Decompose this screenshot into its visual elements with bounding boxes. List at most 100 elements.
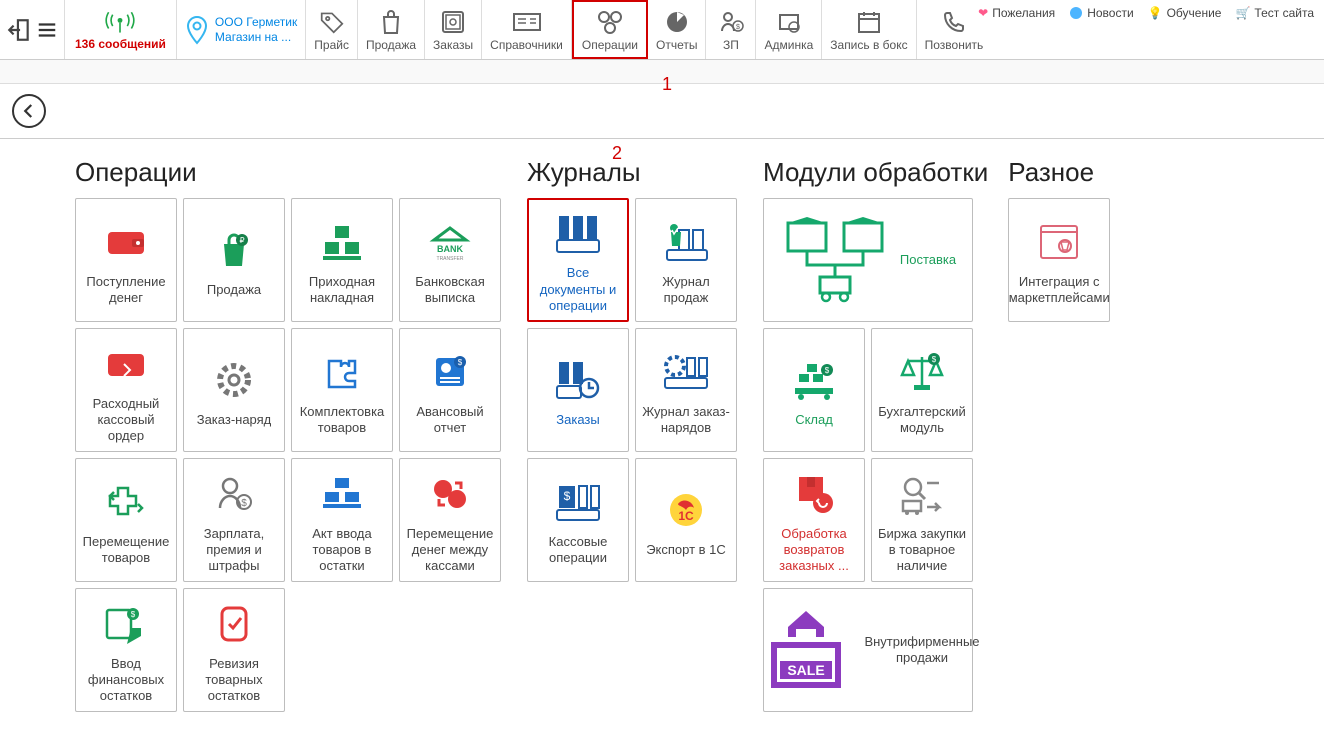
top-links: ❤Пожелания Новости 💡Обучение 🛒Тест сайта (978, 6, 1314, 20)
cash-out-icon (104, 336, 148, 392)
location-block[interactable]: ООО Герметик Магазин на ... (177, 0, 306, 59)
misc-title: Разное (1008, 157, 1116, 188)
tile-revision[interactable]: Ревизия товарных остатков (183, 588, 285, 712)
toolbar-operations[interactable]: Операции (572, 0, 648, 59)
toolbar-label: Прайс (314, 38, 349, 52)
tile-sales-journal[interactable]: Журнал продаж (635, 198, 737, 322)
tile-cash-ops[interactable]: $ Кассовые операции (527, 458, 629, 582)
bag-icon: ₽ (214, 222, 254, 278)
back-button[interactable] (12, 94, 46, 128)
bank-transfer-icon: BANKTRANSFER (424, 214, 476, 270)
exit-icon[interactable] (6, 17, 32, 43)
phone-icon (942, 8, 966, 36)
tile-label: Бухгалтерский модуль (876, 404, 968, 437)
tile-label: Биржа закупки в товарное наличие (876, 526, 968, 575)
toolbar-admin[interactable]: Админка (756, 0, 822, 59)
tile-all-docs[interactable]: Все документы и операции (527, 198, 629, 322)
shopping-bag-icon (379, 8, 403, 36)
wo-journal-icon (661, 344, 711, 400)
col-modules: Модули обработки Поставка $ Склад $ Бухг… (763, 157, 988, 712)
tile-returns[interactable]: Обработка возвратов заказных ... (763, 458, 865, 582)
marketplace-icon (1037, 214, 1081, 270)
tile-label: Банковская выписка (404, 274, 496, 307)
col-misc: Разное Интеграция с маркетплейсами (1008, 157, 1116, 322)
tile-advance-report[interactable]: $ Авансовый отчет (399, 328, 501, 452)
advance-icon: $ (430, 344, 470, 400)
tile-work-order[interactable]: Заказ-наряд (183, 328, 285, 452)
tile-bank-statement[interactable]: BANKTRANSFER Банковская выписка (399, 198, 501, 322)
tile-label: Ревизия товарных остатков (188, 656, 280, 705)
toolbar-refs[interactable]: Справочники (482, 0, 572, 59)
export-1c-icon: 1С (666, 482, 706, 538)
admin-icon (776, 8, 802, 36)
gears-icon (595, 8, 625, 36)
tile-salary[interactable]: $ Зарплата, премия и штрафы (183, 458, 285, 582)
tile-money-in[interactable]: Поступление денег (75, 198, 177, 322)
tile-label: Обработка возвратов заказных ... (768, 526, 860, 575)
link-learn[interactable]: 💡Обучение (1148, 6, 1222, 20)
safe-icon (440, 8, 466, 36)
tile-warehouse[interactable]: $ Склад (763, 328, 865, 452)
tile-sale[interactable]: ₽ Продажа (183, 198, 285, 322)
toolbar-label: Продажа (366, 38, 416, 52)
cash-transfer-icon (429, 466, 471, 522)
toolbar-price[interactable]: Прайс (306, 0, 358, 59)
orders-journal-icon (553, 352, 603, 408)
toolbar-label: Позвонить (925, 38, 984, 52)
content: 2 Операции Поступление денег ₽ Продажа П… (0, 139, 1324, 730)
tile-accounting[interactable]: $ Бухгалтерский модуль (871, 328, 973, 452)
boxes-icon (319, 214, 365, 270)
tile-invoice-in[interactable]: Приходная накладная (291, 198, 393, 322)
menu-icon[interactable] (36, 19, 58, 41)
tile-marketplace[interactable]: Интеграция с маркетплейсами (1008, 198, 1110, 322)
tile-label: Перемещение товаров (80, 534, 172, 567)
svg-text:TRANSFER: TRANSFER (437, 256, 464, 262)
tile-internal-sales[interactable]: SALE Внутрифирменные продажи (763, 588, 973, 712)
tile-label: Поступление денег (80, 274, 172, 307)
tile-move-goods[interactable]: Перемещение товаров (75, 458, 177, 582)
antenna-icon (103, 9, 137, 35)
tile-label: Зарплата, премия и штрафы (188, 526, 280, 575)
toolbar-reports[interactable]: Отчеты (648, 0, 706, 59)
svg-text:$: $ (241, 498, 247, 509)
tile-orders-journal[interactable]: Заказы (527, 328, 629, 452)
tile-stock-act[interactable]: Акт ввода товаров в остатки (291, 458, 393, 582)
calendar-icon (856, 8, 882, 36)
tile-label: Заказы (556, 412, 599, 428)
tile-export-1c[interactable]: 1С Экспорт в 1С (635, 458, 737, 582)
tile-label: Перемещение денег между кассами (404, 526, 496, 575)
link-wishes[interactable]: ❤Пожелания (978, 6, 1055, 20)
grid-misc: Интеграция с маркетплейсами (1008, 198, 1116, 322)
toolbar-label: Операции (582, 38, 638, 52)
tile-label: Кассовые операции (532, 534, 624, 567)
tile-rko[interactable]: Расходный кассовый ордер (75, 328, 177, 452)
tile-assembly[interactable]: Комплектовка товаров (291, 328, 393, 452)
location-text: ООО Герметик Магазин на ... (215, 15, 297, 44)
tile-cash-transfer[interactable]: Перемещение денег между кассами (399, 458, 501, 582)
toolbar-sale[interactable]: Продажа (358, 0, 425, 59)
toolbar-salary[interactable]: $ ЗП (706, 0, 756, 59)
link-news[interactable]: Новости (1069, 6, 1133, 20)
svg-text:$: $ (564, 489, 571, 503)
messages-count: 136 сообщений (75, 37, 166, 51)
operations-title: Операции (75, 157, 507, 188)
toolbar-label: Заказы (433, 38, 473, 52)
tile-work-order-journal[interactable]: Журнал заказ-нарядов (635, 328, 737, 452)
tile-label: Экспорт в 1С (646, 542, 726, 558)
move-icon (104, 474, 148, 530)
gear-icon (213, 352, 255, 408)
tile-supply[interactable]: Поставка (763, 198, 973, 322)
tile-exchange[interactable]: Биржа закупки в товарное наличие (871, 458, 973, 582)
fin-icon: $ (103, 596, 149, 652)
journals-title: Журналы (527, 157, 743, 188)
tile-fin-balance[interactable]: $ Ввод финансовых остатков (75, 588, 177, 712)
salary-tile-icon: $ (214, 466, 254, 522)
news-icon (1069, 6, 1083, 20)
toolbar-booking[interactable]: Запись в бокс (822, 0, 916, 59)
toolbar-orders[interactable]: Заказы (425, 0, 482, 59)
link-test[interactable]: 🛒Тест сайта (1235, 6, 1314, 20)
cart-icon: 🛒 (1235, 6, 1250, 20)
messages-block[interactable]: 136 сообщений (65, 0, 177, 59)
map-pin-icon (185, 15, 209, 45)
sale-icon: SALE (756, 622, 856, 678)
